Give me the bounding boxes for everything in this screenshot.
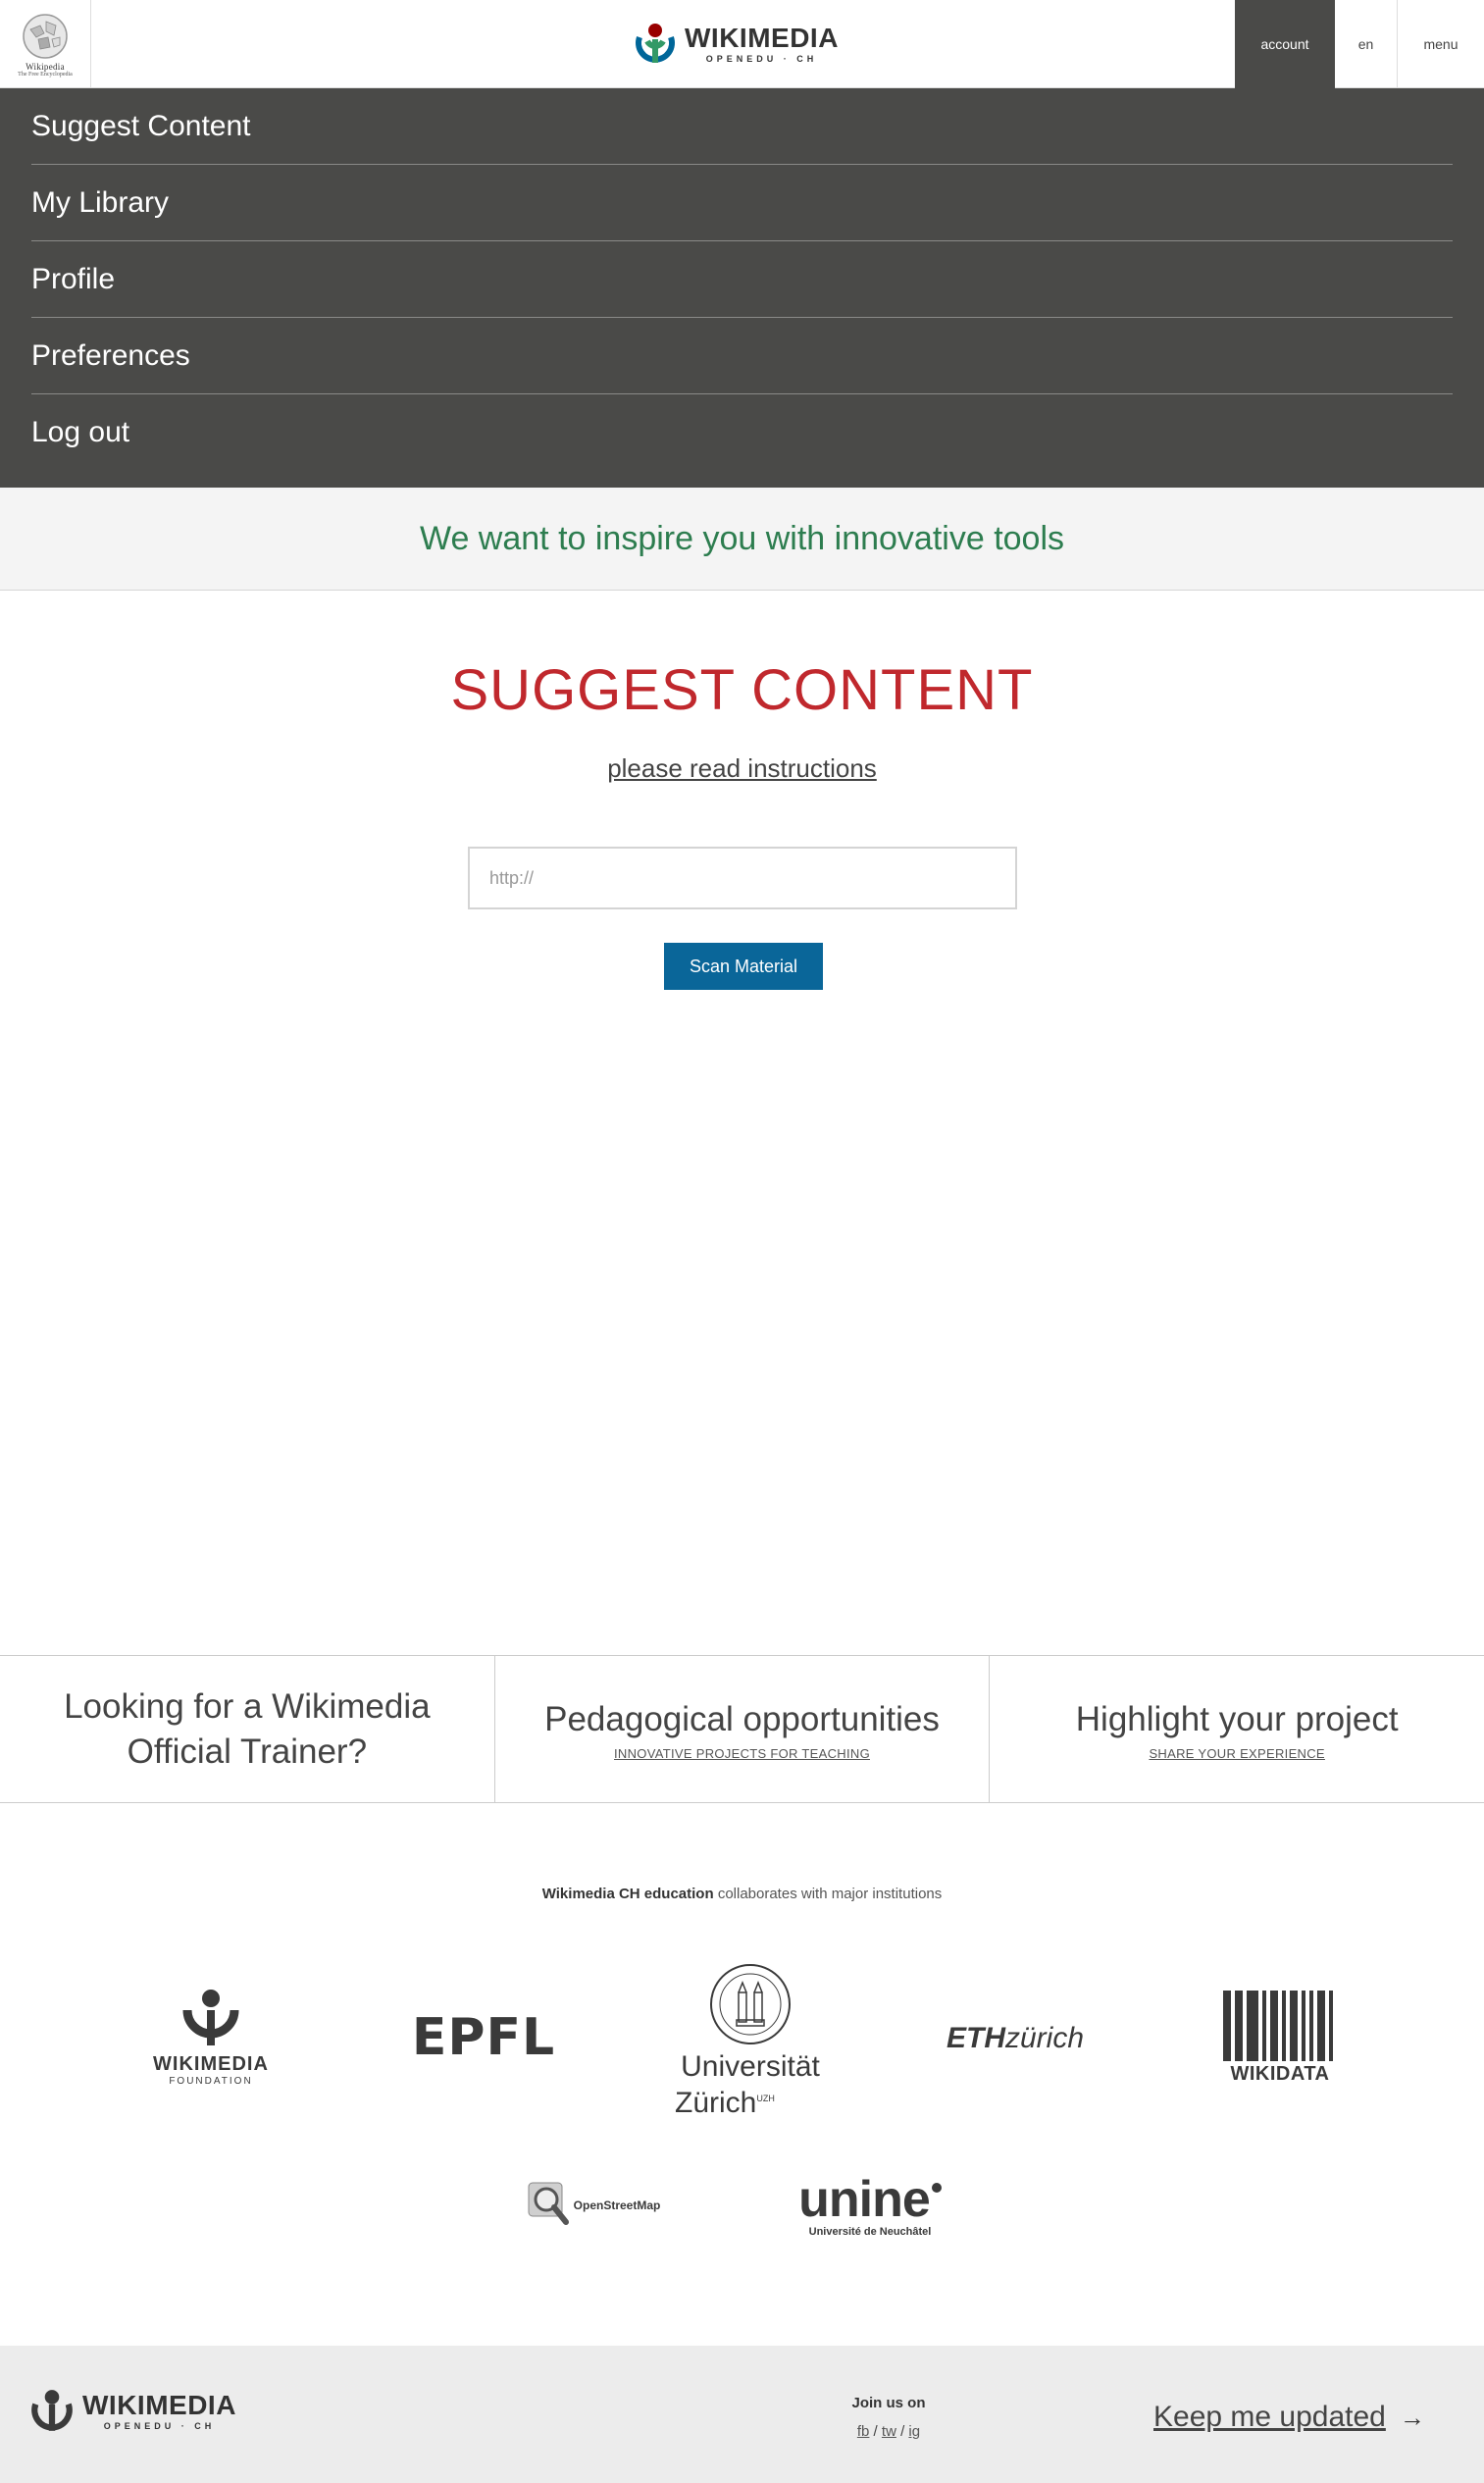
instructions-link[interactable]: please read instructions bbox=[607, 753, 877, 783]
brand-name: WIKIMEDIA bbox=[685, 23, 839, 53]
partner-wikidata[interactable]: WIKIDATA bbox=[1216, 1986, 1344, 2090]
page-title: SUGGEST CONTENT bbox=[450, 658, 1034, 722]
site-footer: WIKIMEDIA OPENEDU · CH Join us on fb / t… bbox=[0, 2346, 1484, 2483]
eth-bold: ETH bbox=[946, 2022, 1005, 2054]
instructions-wrapper: please read instructions bbox=[0, 753, 1484, 784]
footer-logo[interactable]: WIKIMEDIA OPENEDU · CH bbox=[29, 2388, 236, 2435]
social-link-ig[interactable]: ig bbox=[908, 2423, 920, 2440]
arrow-right-icon: → bbox=[1399, 2402, 1425, 2432]
menu-item-log-out[interactable]: Log out bbox=[31, 394, 1453, 471]
wikipedia-tagline: The Free Encyclopedia bbox=[18, 71, 73, 78]
promo-pedagogical-title: Pedagogical opportunities bbox=[544, 1700, 940, 1738]
wikimedia-logo-icon bbox=[31, 2390, 73, 2431]
language-button[interactable]: en bbox=[1335, 0, 1398, 88]
tagline-text: We want to inspire you with innovative t… bbox=[419, 519, 1065, 557]
unine-name: unine bbox=[798, 2171, 931, 2228]
wmf-name: WIKIMEDIA bbox=[153, 2053, 269, 2075]
menu-button[interactable]: menu bbox=[1398, 0, 1484, 88]
join-us: Join us on fb / tw / ig bbox=[844, 2395, 934, 2440]
social-link-tw[interactable]: tw bbox=[882, 2423, 896, 2440]
wikipedia-logo[interactable]: Wikipedia The Free Encyclopedia bbox=[0, 0, 91, 88]
partner-uzh[interactable]: Universität ZürichUZH bbox=[667, 1962, 834, 2119]
promo-trainer[interactable]: Looking for a Wikimedia Official Trainer… bbox=[0, 1656, 494, 1802]
promo-highlight: Highlight your project SHARE YOUR EXPERI… bbox=[989, 1656, 1484, 1802]
site-logo[interactable]: WIKIMEDIA OPENEDU · CH bbox=[634, 20, 839, 69]
keep-updated-link[interactable]: Keep me updated bbox=[1153, 2401, 1386, 2434]
wikimedia-logo-icon bbox=[636, 24, 675, 63]
unine-dot-icon bbox=[931, 2183, 942, 2193]
footer-brand-name: WIKIMEDIA bbox=[82, 2390, 236, 2420]
collaborates-bold: Wikimedia CH education bbox=[541, 1886, 714, 1902]
social-links: fb / tw / ig bbox=[856, 2423, 921, 2440]
partner-eth[interactable]: ETH zürich bbox=[937, 2011, 1094, 2066]
account-menu: Suggest Content My Library Profile Prefe… bbox=[0, 88, 1484, 488]
epfl-name: EPFL bbox=[411, 2008, 556, 2067]
collaborates-text: Wikimedia CH education collaborates with… bbox=[0, 1886, 1484, 1902]
wikipedia-globe-icon bbox=[23, 13, 68, 59]
wmf-sub: FOUNDATION bbox=[169, 2076, 253, 2087]
uzh-line2: Zürich bbox=[675, 2086, 757, 2119]
url-input[interactable] bbox=[468, 847, 1017, 909]
menu-item-preferences[interactable]: Preferences bbox=[31, 318, 1453, 394]
promo-highlight-link[interactable]: SHARE YOUR EXPERIENCE bbox=[1149, 1746, 1324, 1761]
unine-sub: Université de Neuchâtel bbox=[808, 2226, 932, 2238]
keep-updated[interactable]: Keep me updated → bbox=[1153, 2401, 1425, 2434]
partner-unine[interactable]: unine Université de Neuchâtel bbox=[787, 2170, 953, 2243]
promo-pedagogical-link[interactable]: INNOVATIVE PROJECTS FOR TEACHING bbox=[614, 1746, 870, 1761]
promo-pedagogical: Pedagogical opportunities INNOVATIVE PRO… bbox=[493, 1656, 990, 1802]
uzh-sup: UZH bbox=[756, 2093, 775, 2103]
wikidata-name: WIKIDATA bbox=[1230, 2062, 1330, 2085]
tagline-banner: We want to inspire you with innovative t… bbox=[0, 488, 1484, 591]
uzh-line1: Universität bbox=[681, 2049, 820, 2083]
wikimedia-foundation-icon bbox=[182, 1990, 239, 2045]
site-header: Wikipedia The Free Encyclopedia WIKIMEDI… bbox=[0, 0, 1484, 88]
promo-bar: Looking for a Wikimedia Official Trainer… bbox=[0, 1655, 1484, 1803]
footer-brand-subtitle: OPENEDU · CH bbox=[103, 2421, 216, 2431]
menu-item-my-library[interactable]: My Library bbox=[31, 165, 1453, 241]
join-label: Join us on bbox=[851, 2395, 926, 2411]
eth-rest: zürich bbox=[1004, 2022, 1085, 2054]
partner-osm[interactable]: OpenStreetMap bbox=[520, 2178, 667, 2233]
osm-name: OpenStreetMap bbox=[573, 2198, 661, 2212]
partner-wikimedia-foundation[interactable]: WIKIMEDIA FOUNDATION bbox=[137, 1984, 284, 2092]
openstreetmap-icon bbox=[528, 2182, 569, 2225]
account-button[interactable]: account bbox=[1235, 0, 1335, 88]
partner-epfl[interactable]: EPFL bbox=[410, 2003, 557, 2072]
menu-item-suggest-content[interactable]: Suggest Content bbox=[31, 88, 1453, 165]
menu-item-profile[interactable]: Profile bbox=[31, 241, 1453, 318]
promo-trainer-title: Looking for a Wikimedia Official Trainer… bbox=[64, 1686, 431, 1771]
collaborates-rest: collaborates with major institutions bbox=[717, 1886, 943, 1902]
wikipedia-wordmark: Wikipedia bbox=[26, 61, 65, 72]
scan-material-button[interactable]: Scan Material bbox=[664, 943, 823, 990]
social-link-fb[interactable]: fb bbox=[857, 2423, 870, 2440]
promo-highlight-title: Highlight your project bbox=[1075, 1700, 1399, 1738]
brand-subtitle: OPENEDU · CH bbox=[705, 54, 818, 64]
uzh-seal-icon bbox=[710, 1963, 791, 2044]
wikidata-barcode-icon bbox=[1223, 1990, 1333, 2061]
